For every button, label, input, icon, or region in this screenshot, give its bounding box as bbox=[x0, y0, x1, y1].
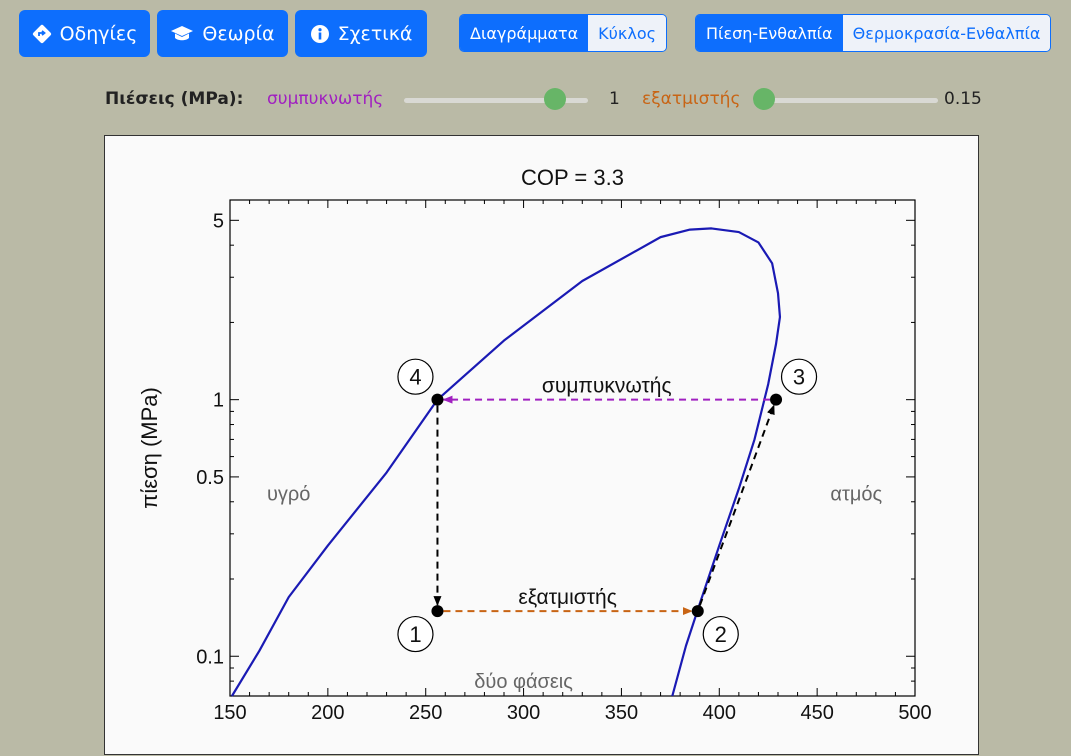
pressure-enthalpy-chart: 150 200 250 300 350 400 450 500 5 1 0.5 0.1 COP = 3.… bbox=[137, 165, 932, 724]
state-number: 2 bbox=[715, 622, 727, 647]
x-tick-label: 200 bbox=[311, 702, 344, 724]
region-label: υγρό bbox=[267, 484, 310, 506]
temperature-enthalpy-tab[interactable]: Θερμοκρασία-Ενθαλπία bbox=[842, 15, 1051, 51]
evaporator-slider-thumb[interactable] bbox=[753, 88, 775, 110]
instructions-label: Οδηγίες bbox=[59, 22, 138, 45]
pressure-controls: Πιέσεις (MPa): συμπυκνωτής 1 εξατμιστής … bbox=[0, 86, 1071, 114]
theory-label: Θεωρία bbox=[202, 22, 275, 45]
state-point bbox=[431, 393, 444, 406]
diagram-panel: 150 200 250 300 350 400 450 500 5 1 0.5 0.1 COP = 3.… bbox=[104, 135, 979, 755]
graduation-cap-icon bbox=[170, 25, 194, 43]
diagram-type-toggle: Πίεση-Ενθαλπία Θερμοκρασία-Ενθαλπία bbox=[695, 14, 1052, 52]
y-tick-label: 0.5 bbox=[196, 467, 224, 489]
view-toggle: Διαγράμματα Κύκλος bbox=[459, 14, 667, 52]
evaporator-slider-track[interactable] bbox=[753, 98, 938, 103]
diamond-turn-icon bbox=[32, 24, 52, 44]
x-tick-label: 250 bbox=[409, 702, 442, 724]
plot-frame bbox=[229, 199, 916, 697]
info-circle-icon bbox=[310, 24, 330, 44]
process-label: συμπυκνωτής bbox=[542, 375, 672, 398]
chart-title: COP = 3.3 bbox=[521, 165, 624, 190]
region-label: δύο φάσεις bbox=[474, 671, 573, 693]
y-tick-label: 1 bbox=[213, 390, 224, 412]
state-number: 3 bbox=[793, 365, 805, 390]
state-point bbox=[691, 605, 704, 618]
theory-button[interactable]: Θεωρία bbox=[157, 10, 288, 57]
y-axis-label: πίεση (MPa) bbox=[137, 387, 162, 509]
y-tick-label: 5 bbox=[213, 210, 224, 232]
x-tick-label: 500 bbox=[898, 702, 931, 724]
about-label: Σχετικά bbox=[337, 22, 413, 45]
condenser-slider-label: συμπυκνωτής bbox=[267, 89, 384, 109]
instructions-button[interactable]: Οδηγίες bbox=[19, 10, 150, 57]
state-point bbox=[770, 393, 783, 406]
state-number: 1 bbox=[409, 622, 421, 647]
state-point bbox=[431, 605, 444, 618]
y-tick-label: 0.1 bbox=[196, 646, 224, 668]
evaporator-slider-value: 0.15 bbox=[944, 89, 982, 109]
evaporator-slider-label: εξατμιστής bbox=[642, 89, 741, 109]
process-line bbox=[698, 404, 775, 606]
saturation-dome-line bbox=[231, 227, 782, 697]
x-tick-label: 300 bbox=[507, 702, 540, 724]
process-label: εξατμιστής bbox=[518, 586, 616, 609]
condenser-slider-value: 1 bbox=[609, 89, 620, 109]
x-tick-label: 150 bbox=[213, 702, 246, 724]
about-button[interactable]: Σχετικά bbox=[295, 10, 427, 57]
state-number: 4 bbox=[409, 365, 421, 390]
cycle-tab[interactable]: Κύκλος bbox=[588, 15, 666, 51]
pressure-enthalpy-tab[interactable]: Πίεση-Ενθαλπία bbox=[696, 15, 843, 51]
condenser-slider-thumb[interactable] bbox=[543, 88, 566, 110]
x-tick-label: 350 bbox=[605, 702, 638, 724]
diagrams-tab[interactable]: Διαγράμματα bbox=[460, 15, 589, 51]
pressures-label: Πιέσεις (MPa): bbox=[105, 89, 244, 109]
x-tick-label: 450 bbox=[800, 702, 833, 724]
x-tick-label: 400 bbox=[703, 702, 736, 724]
region-label: ατμός bbox=[830, 484, 882, 506]
